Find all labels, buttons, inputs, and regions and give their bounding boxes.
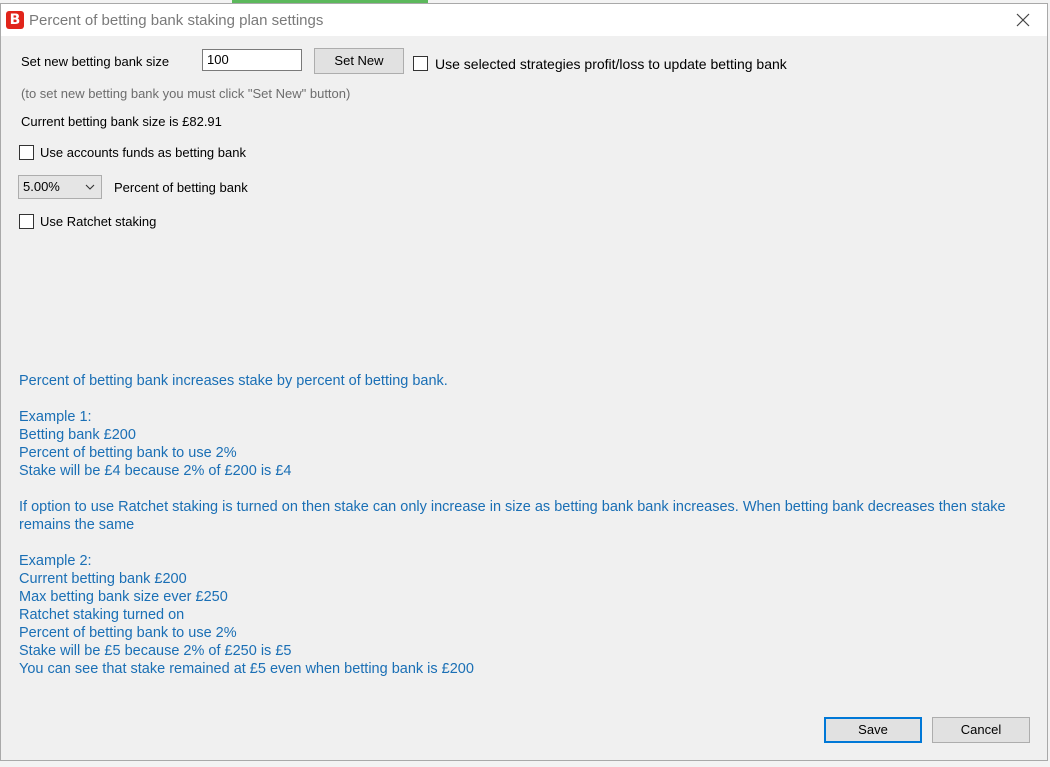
example1-line: Stake will be £4 because 2% of £200 is £… <box>19 463 292 479</box>
use-strategies-label: Use selected strategies profit/loss to u… <box>435 56 787 72</box>
example2-line: Max betting bank size ever £250 <box>19 589 228 605</box>
window-title: Percent of betting bank staking plan set… <box>29 12 324 29</box>
example2-line: Current betting bank £200 <box>19 571 187 587</box>
cancel-button[interactable]: Cancel <box>932 717 1030 743</box>
percent-label: Percent of betting bank <box>114 180 248 195</box>
settings-dialog: B Percent of betting bank staking plan s… <box>0 3 1048 761</box>
save-button[interactable]: Save <box>824 717 922 743</box>
example1-line: Betting bank £200 <box>19 427 136 443</box>
ratchet-staking-label: Use Ratchet staking <box>40 214 157 229</box>
use-strategies-checkbox[interactable] <box>413 56 428 71</box>
example2-line: Percent of betting bank to use 2% <box>19 625 237 641</box>
use-accounts-funds-checkbox[interactable] <box>19 145 34 160</box>
ratchet-description: If option to use Ratchet staking is turn… <box>19 499 1006 515</box>
ratchet-description: remains the same <box>19 517 135 533</box>
example1-title: Example 1: <box>19 409 92 425</box>
example2-title: Example 2: <box>19 553 92 569</box>
set-new-button[interactable]: Set New <box>314 48 404 74</box>
app-logo-icon: B <box>6 11 24 29</box>
example2-line: Stake will be £5 because 2% of £250 is £… <box>19 643 292 659</box>
set-new-hint: (to set new betting bank you must click … <box>21 86 351 101</box>
description-intro: Percent of betting bank increases stake … <box>19 373 448 389</box>
current-bank-size: Current betting bank size is £82.91 <box>21 114 222 129</box>
close-button[interactable] <box>1013 10 1033 30</box>
example2-line: Ratchet staking turned on <box>19 607 185 623</box>
example2-line: You can see that stake remained at £5 ev… <box>19 661 474 677</box>
set-bank-size-label: Set new betting bank size <box>21 54 170 69</box>
use-accounts-funds-label: Use accounts funds as betting bank <box>40 145 246 160</box>
chevron-down-icon <box>85 184 95 190</box>
title-bar: B Percent of betting bank staking plan s… <box>1 4 1047 36</box>
example1-line: Percent of betting bank to use 2% <box>19 445 237 461</box>
close-icon <box>1016 13 1030 27</box>
bank-size-input[interactable]: 100 <box>202 49 302 71</box>
ratchet-staking-checkbox[interactable] <box>19 214 34 229</box>
percent-select-value: 5.00% <box>23 179 60 194</box>
percent-select[interactable]: 5.00% <box>18 175 102 199</box>
